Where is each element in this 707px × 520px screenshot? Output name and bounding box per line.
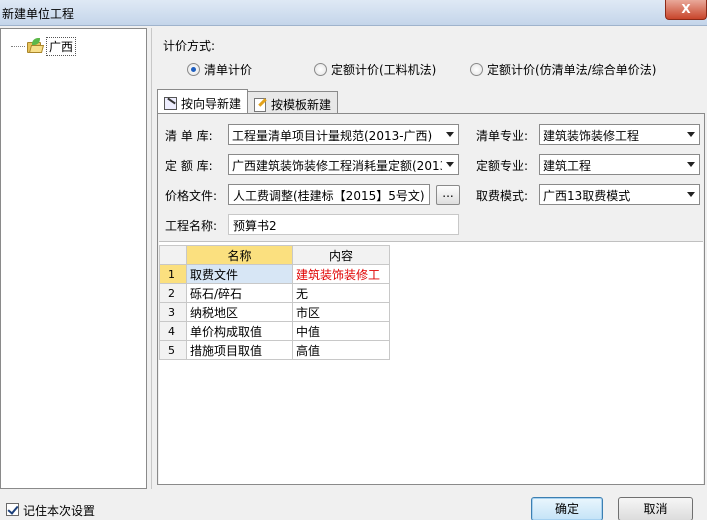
- project-name-label: 工程名称:: [165, 219, 218, 233]
- pricing-method-label: 计价方式:: [163, 39, 216, 53]
- radio-label: 定额计价(仿清单法/综合单价法): [487, 63, 657, 77]
- project-settings-grid: 名称 内容 1 取费文件 建筑装饰装修工 2 砾石/碎石 无 3 纳税地区 市区: [159, 245, 390, 360]
- wizard-panel: 清 单 库: 工程量清单项目计量规范(2013-广西) 清单专业: 建筑装饰装修…: [157, 113, 705, 485]
- chevron-down-icon[interactable]: [442, 155, 458, 174]
- row-number: 1: [159, 264, 187, 284]
- tree-connector: [11, 46, 25, 47]
- radio-bill-pricing[interactable]: 清单计价: [187, 61, 252, 78]
- radio-button[interactable]: [314, 63, 327, 76]
- quota-specialty-value: 建筑工程: [543, 159, 592, 173]
- footer-bar: 记住本次设置 确定 取消: [0, 491, 707, 520]
- project-name-value: 预算书2: [233, 219, 277, 233]
- project-name-input[interactable]: 预算书2: [228, 214, 459, 235]
- row-number: 5: [159, 340, 187, 360]
- chevron-down-icon[interactable]: [442, 125, 458, 144]
- browse-price-file-button[interactable]: ...: [436, 185, 460, 205]
- tab-template[interactable]: 按模板新建: [247, 91, 339, 113]
- row-number: 2: [159, 283, 187, 303]
- bill-specialty-select[interactable]: 建筑装饰装修工程: [539, 124, 700, 145]
- folder-icon: [27, 38, 45, 53]
- quota-library-label: 定 额 库:: [165, 159, 213, 173]
- chevron-down-icon[interactable]: [683, 125, 699, 144]
- row-value[interactable]: 建筑装饰装修工: [292, 264, 390, 284]
- ok-button[interactable]: 确定: [531, 497, 603, 520]
- row-number: 4: [159, 321, 187, 341]
- radio-button[interactable]: [470, 63, 483, 76]
- row-name[interactable]: 措施项目取值: [186, 340, 293, 360]
- table-row[interactable]: 1 取费文件 建筑装饰装修工: [159, 264, 390, 284]
- close-button[interactable]: X: [665, 0, 707, 20]
- table-row[interactable]: 5 措施项目取值 高值: [159, 340, 390, 360]
- quota-library-select[interactable]: 广西建筑装饰装修工程消耗量定额(2013: [228, 154, 459, 175]
- row-name[interactable]: 单价构成取值: [186, 321, 293, 341]
- remember-settings-label[interactable]: 记住本次设置: [23, 502, 95, 519]
- main-content: 计价方式: 清单计价 定额计价(工料机法) 定额计价(仿清单法/综合单价法) 按…: [151, 28, 707, 489]
- table-row[interactable]: 3 纳税地区 市区: [159, 302, 390, 322]
- region-tree: 广西: [0, 28, 147, 489]
- bill-library-label: 清 单 库:: [165, 129, 213, 143]
- fee-mode-value: 广西13取费模式: [543, 189, 631, 203]
- quota-specialty-select[interactable]: 建筑工程: [539, 154, 700, 175]
- tree-node-label: 广西: [46, 37, 77, 56]
- grid-header-name[interactable]: 名称: [186, 245, 293, 265]
- price-file-value: 人工费调整(桂建标【2015】5号文): [233, 189, 425, 203]
- tree-node-guangxi[interactable]: 广西: [11, 37, 77, 56]
- fee-mode-select[interactable]: 广西13取费模式: [539, 184, 700, 205]
- tab-label: 按向导新建: [181, 96, 242, 111]
- grid-header-content[interactable]: 内容: [292, 245, 390, 265]
- title-bar: 新建单位工程 X: [0, 0, 707, 26]
- grid-corner: [159, 245, 187, 265]
- window-title: 新建单位工程: [2, 7, 75, 21]
- wizard-icon: [163, 96, 177, 110]
- table-row[interactable]: 2 砾石/碎石 无: [159, 283, 390, 303]
- radio-button-selected[interactable]: [187, 63, 200, 76]
- price-file-label: 价格文件:: [165, 189, 218, 203]
- price-file-field[interactable]: 人工费调整(桂建标【2015】5号文): [228, 184, 430, 205]
- remember-settings-checkbox[interactable]: [6, 503, 19, 516]
- fee-mode-label: 取费模式:: [476, 189, 529, 203]
- tab-label: 按模板新建: [271, 97, 332, 112]
- tab-bar: 按向导新建 按模板新建: [157, 89, 339, 113]
- row-value[interactable]: 高值: [292, 340, 390, 360]
- chevron-down-icon[interactable]: [683, 185, 699, 204]
- row-name[interactable]: 取费文件: [186, 264, 293, 284]
- row-value[interactable]: 无: [292, 283, 390, 303]
- bill-library-value: 工程量清单项目计量规范(2013-广西): [232, 129, 433, 143]
- row-name[interactable]: 纳税地区: [186, 302, 293, 322]
- quota-specialty-label: 定额专业:: [476, 159, 529, 173]
- row-value[interactable]: 市区: [292, 302, 390, 322]
- radio-quota-pricing-unit[interactable]: 定额计价(仿清单法/综合单价法): [470, 61, 656, 78]
- radio-quota-pricing-labor[interactable]: 定额计价(工料机法): [314, 61, 436, 78]
- template-icon: [253, 97, 267, 112]
- row-value[interactable]: 中值: [292, 321, 390, 341]
- table-row[interactable]: 4 单价构成取值 中值: [159, 321, 390, 341]
- radio-label: 清单计价: [204, 63, 253, 77]
- chevron-down-icon[interactable]: [683, 155, 699, 174]
- bill-specialty-label: 清单专业:: [476, 129, 529, 143]
- tab-wizard[interactable]: 按向导新建: [157, 89, 249, 113]
- row-name[interactable]: 砾石/碎石: [186, 283, 293, 303]
- cancel-button[interactable]: 取消: [618, 497, 693, 520]
- row-number: 3: [159, 302, 187, 322]
- bill-library-select[interactable]: 工程量清单项目计量规范(2013-广西): [228, 124, 459, 145]
- bill-specialty-value: 建筑装饰装修工程: [543, 129, 640, 143]
- quota-library-value: 广西建筑装饰装修工程消耗量定额(2013: [232, 159, 448, 173]
- radio-label: 定额计价(工料机法): [331, 63, 437, 77]
- project-settings-grid-area: 名称 内容 1 取费文件 建筑装饰装修工 2 砾石/碎石 无 3 纳税地区 市区: [159, 241, 703, 484]
